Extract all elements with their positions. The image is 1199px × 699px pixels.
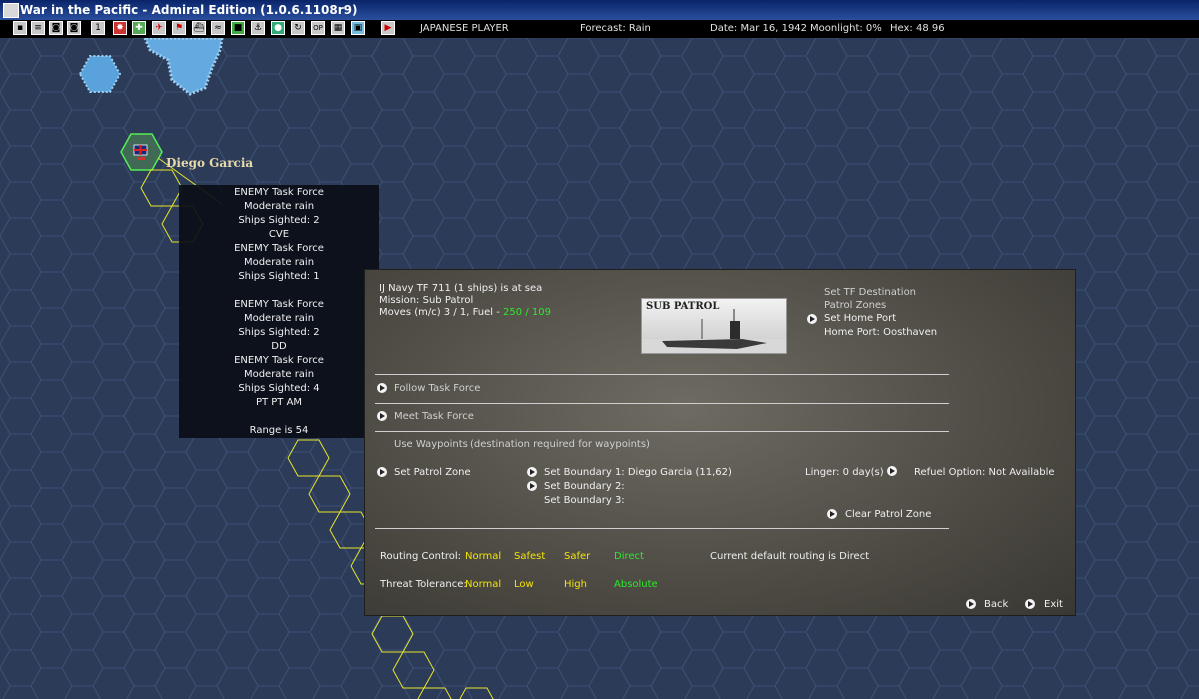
threat-absolute[interactable]: Absolute (614, 579, 658, 590)
waypoints-note: (destination required for waypoints) (470, 439, 650, 450)
tooltip-line: Ships Sighted: 2 (238, 215, 320, 226)
tooltip-line: Moderate rain (243, 201, 315, 212)
exit-button[interactable]: Exit (1044, 599, 1063, 610)
set-tf-destination[interactable]: Set TF Destination (824, 287, 916, 298)
refuel-option[interactable]: Refuel Option: Not Available (914, 467, 1055, 478)
use-waypoints-button[interactable]: Use Waypoints (394, 439, 468, 450)
routing-safer[interactable]: Safer (564, 551, 590, 562)
routing-safest[interactable]: Safest (514, 551, 545, 562)
boundary1-arrow-icon[interactable] (527, 467, 537, 477)
hex-info-tooltip: ENEMY Task Force Moderate rain Ships Sight… (179, 185, 379, 438)
divider (375, 374, 949, 375)
back-arrow-icon[interactable] (966, 599, 976, 609)
report-icon[interactable]: ◙ (67, 21, 81, 35)
tooltip-line: DD (271, 341, 287, 352)
fuel-value: 250 / 109 (503, 307, 551, 318)
linger-label: Linger: 0 day(s) (805, 467, 884, 478)
routing-direct[interactable]: Direct (614, 551, 644, 562)
set-boundary-2[interactable]: Set Boundary 2: (544, 481, 625, 492)
ground-unit-icon[interactable]: ✚ (132, 21, 146, 35)
tf-status: IJ Navy TF 711 (1 ships) is at sea (379, 283, 543, 294)
app-icon (3, 3, 19, 18)
toolbar: ▪ ≡ ◙ ◙ 1 ✸ ✚ ✈ ⚑ ⛴ ≈ ■ ⚓ ● ↻ OP ▦ ▣ ▶ J… (0, 20, 1199, 38)
tooltip-line: Moderate rain (243, 313, 315, 324)
threat-normal[interactable]: Normal (465, 579, 501, 590)
flag-icon[interactable]: ✸ (113, 21, 127, 35)
follow-tf-button[interactable]: Follow Task Force (394, 383, 480, 394)
tf-mission: Mission: Sub Patrol (379, 295, 474, 306)
hex-label: Hex: 48 96 (890, 23, 945, 34)
tooltip-line: Ships Sighted: 1 (238, 271, 320, 282)
threat-high[interactable]: High (564, 579, 587, 590)
threat-tolerance-label: Threat Tolerance: (380, 579, 467, 590)
tooltip-line (179, 410, 379, 424)
forecast-label: Forecast: Rain (580, 23, 651, 34)
ship-icon[interactable]: ⛴ (192, 21, 206, 35)
map-view-icon[interactable]: ▪ (13, 21, 27, 35)
tooltip-line: Range is 54 (249, 425, 309, 436)
exit-arrow-icon[interactable] (1025, 599, 1035, 609)
divider (375, 431, 949, 432)
date-label: Date: Mar 16, 1942 (710, 23, 808, 34)
threat-low[interactable]: Low (514, 579, 534, 590)
routing-normal[interactable]: Normal (465, 551, 501, 562)
list-icon[interactable]: ≡ (31, 21, 45, 35)
end-turn-icon[interactable]: ▶ (381, 21, 395, 35)
globe-icon[interactable]: ● (271, 21, 285, 35)
tooltip-line: ENEMY Task Force (234, 187, 324, 198)
linger-arrow-icon[interactable] (887, 466, 897, 476)
tf-moves: Moves (m/c) 3 / 1, Fuel - 250 / 109 (379, 307, 551, 318)
grid-icon[interactable]: ▦ (331, 21, 345, 35)
back-button[interactable]: Back (984, 599, 1008, 610)
routing-current: Current default routing is Direct (710, 551, 870, 562)
tooltip-line (179, 284, 379, 298)
divider (375, 403, 949, 404)
title-bar: War in the Pacific - Admiral Edition (1.… (0, 0, 1199, 20)
task-force-panel: IJ Navy TF 711 (1 ships) is at sea Missi… (364, 269, 1076, 616)
tooltip-line: Moderate rain (243, 257, 315, 268)
set-patrol-zone-arrow-icon[interactable] (377, 467, 387, 477)
pennant-icon[interactable]: ⚑ (172, 21, 186, 35)
convoy-icon[interactable]: ≈ (211, 21, 225, 35)
tooltip-line: Ships Sighted: 4 (238, 383, 320, 394)
meet-tf-button[interactable]: Meet Task Force (394, 411, 474, 422)
meet-tf-arrow-icon[interactable] (377, 411, 387, 421)
set-home-port-arrow-icon[interactable] (807, 314, 817, 324)
tooltip-line: Ships Sighted: 2 (238, 327, 320, 338)
base-label[interactable]: Diego Garcia (166, 156, 253, 170)
sub-patrol-image: SUB PATROL (641, 298, 787, 354)
number-icon[interactable]: 1 (91, 21, 105, 35)
clear-patrol-zone-button[interactable]: Clear Patrol Zone (845, 509, 931, 520)
set-home-port-button[interactable]: Set Home Port (824, 313, 896, 324)
tooltip-line: Moderate rain (243, 369, 315, 380)
moonlight-label: Moonlight: 0% (810, 23, 882, 34)
divider (375, 528, 949, 529)
refresh-icon[interactable]: ↻ (291, 21, 305, 35)
tooltip-line: CVE (268, 229, 290, 240)
tooltip-line: ENEMY Task Force (234, 355, 324, 366)
tooltip-line: PT PT AM (255, 397, 303, 408)
window-title: War in the Pacific - Admiral Edition (1.… (20, 3, 358, 17)
tooltip-line: ENEMY Task Force (234, 243, 324, 254)
op-icon[interactable]: OP (311, 21, 325, 35)
tooltip-line: ENEMY Task Force (234, 299, 324, 310)
set-boundary-1[interactable]: Set Boundary 1: Diego Garcia (11,62) (544, 467, 732, 478)
follow-tf-arrow-icon[interactable] (377, 383, 387, 393)
set-patrol-zone-button[interactable]: Set Patrol Zone (394, 467, 471, 478)
base-icon[interactable]: ■ (231, 21, 245, 35)
player-label: JAPANESE PLAYER (420, 23, 509, 34)
home-port-label: Home Port: Oosthaven (824, 327, 938, 338)
patrol-zones-label[interactable]: Patrol Zones (824, 300, 886, 311)
fleet-icon[interactable]: ⚓ (251, 21, 265, 35)
aircraft-icon[interactable]: ✈ (152, 21, 166, 35)
set-boundary-3[interactable]: Set Boundary 3: (544, 495, 625, 506)
save-icon[interactable]: ▣ (351, 21, 365, 35)
info-icon[interactable]: ◙ (49, 21, 63, 35)
routing-control-label: Routing Control: (380, 551, 462, 562)
clear-patrol-zone-arrow-icon[interactable] (827, 509, 837, 519)
boundary2-arrow-icon[interactable] (527, 481, 537, 491)
